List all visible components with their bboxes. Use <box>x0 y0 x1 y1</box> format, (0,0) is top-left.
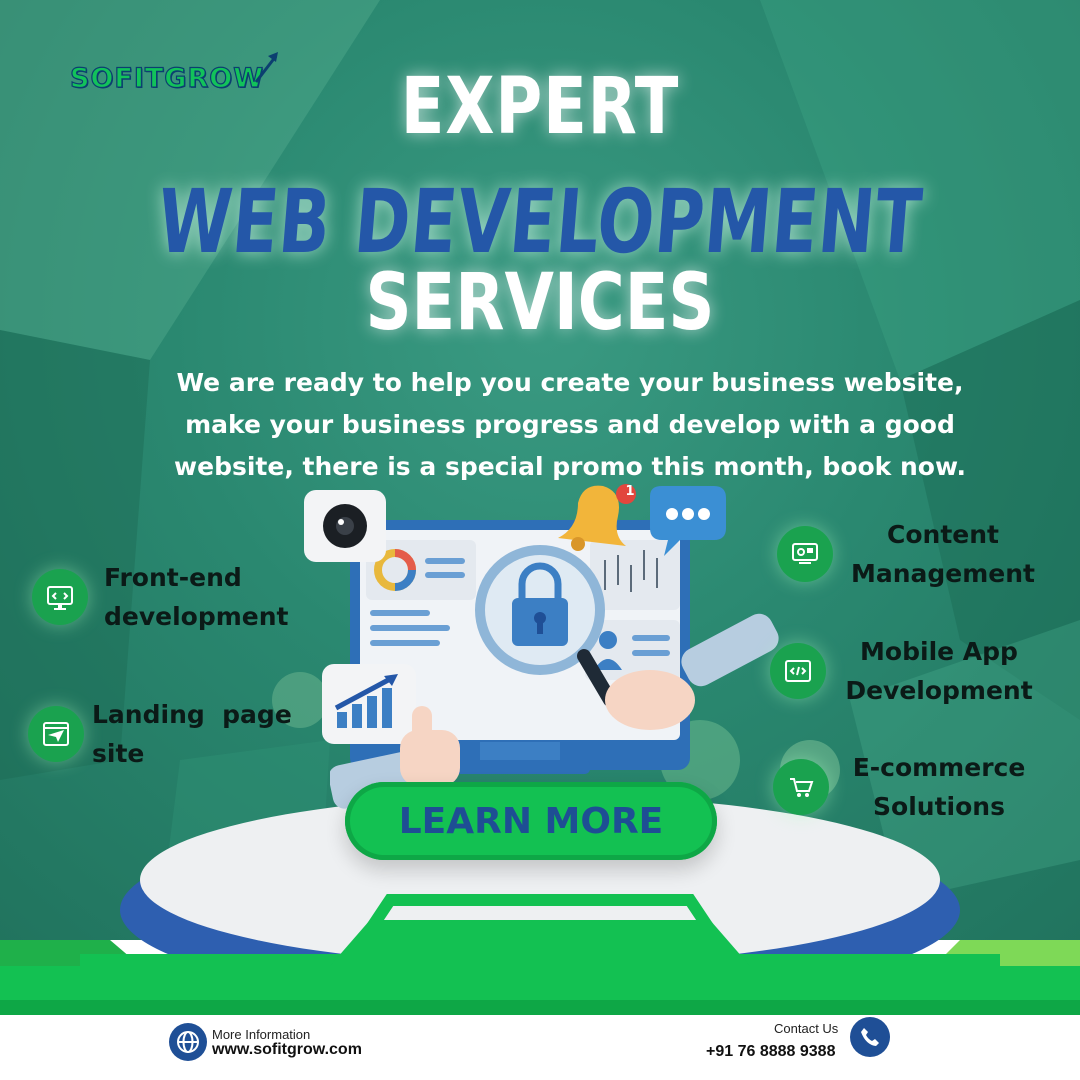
more-information-label: More Information <box>212 1027 311 1042</box>
service-label: Front-end development <box>104 558 289 636</box>
service-label-line: Solutions <box>873 792 1005 821</box>
notification-count: 1 <box>625 484 635 499</box>
service-label-line: E-commerce <box>852 753 1026 782</box>
description: We are ready to help you create your bus… <box>140 362 1000 488</box>
camera-widget <box>304 490 386 562</box>
service-ecommerce: E-commerce Solutions <box>773 748 1049 826</box>
service-label: Content Management <box>833 515 1053 593</box>
service-label-line: Landing page <box>92 700 292 729</box>
globe-icon <box>169 1023 207 1061</box>
description-line: make your business progress and develop … <box>185 410 955 439</box>
service-landing-page: Landing page site <box>28 695 292 773</box>
service-label: Landing page site <box>92 695 292 773</box>
service-label-line: Management <box>850 559 1036 588</box>
description-line: We are ready to help you create your bus… <box>176 368 964 397</box>
service-label-line: development <box>104 602 289 631</box>
headline-expert: EXPERT <box>400 62 680 152</box>
chat-bubble-icon <box>650 486 726 556</box>
phone-number[interactable]: +91 76 8888 9388 <box>706 1043 835 1061</box>
service-frontend: Front-end development <box>32 558 289 636</box>
service-label: Mobile App Development <box>826 632 1052 710</box>
browser-code-icon <box>32 569 88 625</box>
phone-icon <box>850 1017 890 1057</box>
service-mobile-app: Mobile App Development <box>770 632 1052 710</box>
code-window-icon <box>770 643 826 699</box>
monitor-settings-icon <box>777 526 833 582</box>
footer-bar: More Information www.sofitgrow.com Conta… <box>0 1015 1080 1080</box>
service-label-line: Content <box>887 520 999 549</box>
service-content-management: Content Management <box>777 515 1053 593</box>
paper-plane-icon <box>28 706 84 762</box>
service-label: E-commerce Solutions <box>829 748 1049 826</box>
website-link[interactable]: www.sofitgrow.com <box>212 1041 362 1059</box>
service-label-line: Development <box>845 676 1033 705</box>
service-label-line: Mobile App <box>860 637 1018 666</box>
service-label-line: site <box>92 739 145 768</box>
contact-us-label: Contact Us <box>774 1021 839 1036</box>
headline-services: SERVICES <box>365 258 715 348</box>
shopping-cart-icon <box>773 759 829 815</box>
promo-poster: SOFITGROW EXPERT WEB DEVELOPMENT SERVICE… <box>0 0 1080 1080</box>
service-label-line: Front-end <box>104 563 242 592</box>
learn-more-button[interactable]: LEARN MORE <box>345 782 717 860</box>
